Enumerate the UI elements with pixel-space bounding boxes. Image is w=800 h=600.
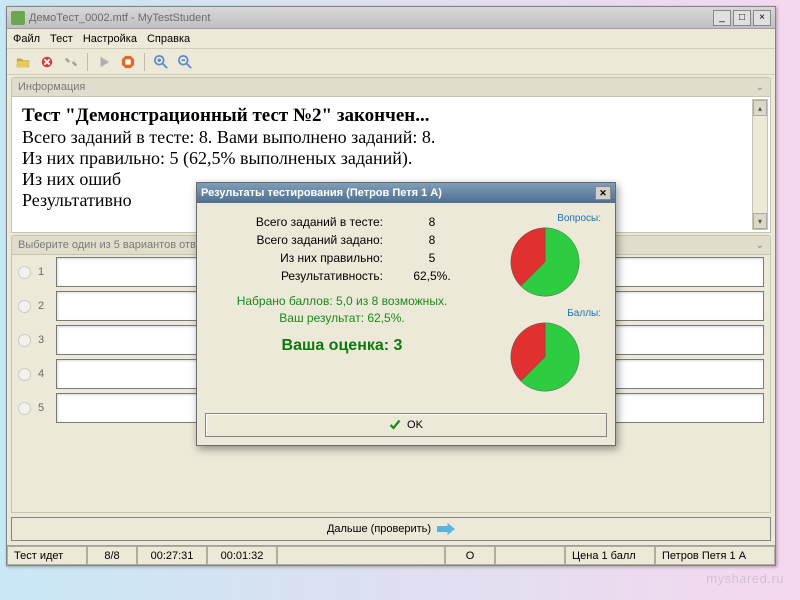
chevron-up-icon[interactable]: ⌄ <box>756 240 764 251</box>
radio-3[interactable] <box>18 334 32 347</box>
status-state: Тест идет <box>7 546 87 565</box>
status-gap <box>277 546 445 565</box>
radio-1[interactable] <box>18 266 32 279</box>
status-mark: O <box>445 546 495 565</box>
scrollbar[interactable]: ▴ ▾ <box>752 99 768 230</box>
restore-button[interactable]: □ <box>733 10 751 26</box>
arrow-right-icon <box>437 523 455 535</box>
minimize-button[interactable]: _ <box>713 10 731 26</box>
titlebar: ДемоТест_0002.mtf - MyTestStudent _ □ × <box>7 7 775 29</box>
app-icon <box>11 11 25 25</box>
choice-label: 3 <box>38 334 50 346</box>
choice-label: 4 <box>38 368 50 380</box>
grade-label: Ваша оценка: 3 <box>207 337 477 355</box>
table-row: Результативность:62,5%. <box>207 267 477 285</box>
watermark: myshared.ru <box>706 571 784 586</box>
score-summary: Набрано баллов: 5,0 из 8 возможных. Ваш … <box>207 293 477 327</box>
dialog-close-button[interactable]: ✕ <box>595 186 611 200</box>
status-time-current: 00:01:32 <box>207 546 277 565</box>
stop-icon[interactable] <box>118 52 138 72</box>
result-line: Всего заданий в тесте: 8. Вами выполнено… <box>22 127 760 148</box>
status-progress: 8/8 <box>87 546 137 565</box>
result-line: Из них правильно: 5 (62,5% выполненых за… <box>22 148 760 169</box>
dialog-title: Результаты тестирования (Петров Петя 1 А… <box>201 187 595 199</box>
pie-label-points: Баллы: <box>485 308 605 319</box>
result-title: Тест "Демонстрационный тест №2" закончен… <box>22 105 760 127</box>
radio-4[interactable] <box>18 368 32 381</box>
dialog-titlebar: Результаты тестирования (Петров Петя 1 А… <box>197 183 615 203</box>
menu-settings[interactable]: Настройка <box>83 33 137 45</box>
menubar: Файл Тест Настройка Справка <box>7 29 775 49</box>
statusbar: Тест идет 8/8 00:27:31 00:01:32 O Цена 1… <box>7 545 775 565</box>
play-icon[interactable] <box>94 52 114 72</box>
check-icon <box>389 419 401 431</box>
table-row: Всего заданий в тесте:8 <box>207 213 477 231</box>
scroll-up-icon[interactable]: ▴ <box>753 100 767 116</box>
toolbar <box>7 49 775 75</box>
window-title: ДемоТест_0002.mtf - MyTestStudent <box>29 12 713 24</box>
table-row: Из них правильно:5 <box>207 249 477 267</box>
info-panel-header: Информация ⌄ <box>11 77 771 97</box>
tools-icon[interactable] <box>61 52 81 72</box>
status-time-total: 00:27:31 <box>137 546 207 565</box>
menu-file[interactable]: Файл <box>13 33 40 45</box>
table-row: Всего заданий задано:8 <box>207 231 477 249</box>
next-button[interactable]: Дальше (проверить) <box>11 517 771 541</box>
next-button-label: Дальше (проверить) <box>327 523 431 535</box>
chevron-up-icon[interactable]: ⌄ <box>756 82 764 93</box>
choice-label: 1 <box>38 266 50 278</box>
menu-help[interactable]: Справка <box>147 33 190 45</box>
cancel-icon[interactable] <box>37 52 57 72</box>
choice-label: 2 <box>38 300 50 312</box>
choice-label: 5 <box>38 402 50 414</box>
zoom-in-icon[interactable] <box>151 52 171 72</box>
close-button[interactable]: × <box>753 10 771 26</box>
info-panel-title: Информация <box>18 81 85 93</box>
choices-panel-title: Выберите один из 5 вариантов ответа: <box>18 239 216 251</box>
menu-test[interactable]: Тест <box>50 33 73 45</box>
results-dialog: Результаты тестирования (Петров Петя 1 А… <box>196 182 616 446</box>
scroll-down-icon[interactable]: ▾ <box>753 213 767 229</box>
pie-chart-points <box>507 319 583 395</box>
status-price: Цена 1 балл <box>565 546 655 565</box>
zoom-out-icon[interactable] <box>175 52 195 72</box>
radio-2[interactable] <box>18 300 32 313</box>
ok-button-label: OK <box>407 419 423 431</box>
results-table: Всего заданий в тесте:8 Всего заданий за… <box>207 213 477 285</box>
status-empty <box>495 546 565 565</box>
radio-5[interactable] <box>18 402 32 415</box>
open-icon[interactable] <box>13 52 33 72</box>
ok-button[interactable]: OK <box>205 413 607 437</box>
status-user: Петров Петя 1 А <box>655 546 775 565</box>
pie-chart-questions <box>507 224 583 300</box>
pie-label-questions: Вопросы: <box>485 213 605 224</box>
